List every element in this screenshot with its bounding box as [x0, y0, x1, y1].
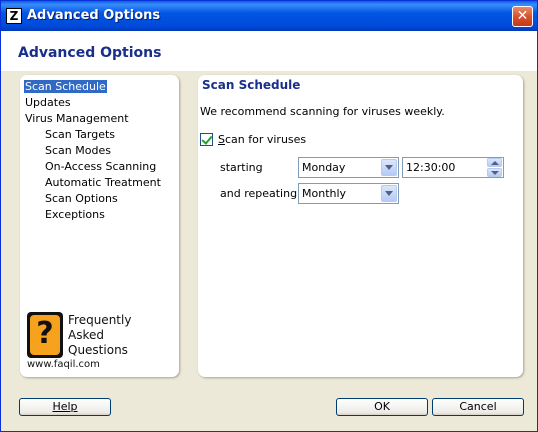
- help-button[interactable]: Help: [19, 398, 111, 416]
- tree-item-virus-management[interactable]: Virus Management: [24, 112, 162, 128]
- faq-text: Frequently Asked Questions: [68, 313, 132, 357]
- repeating-label: and repeating: [220, 187, 298, 200]
- tree-item-updates[interactable]: Updates: [24, 96, 162, 112]
- spin-down-icon[interactable]: [487, 168, 502, 177]
- cancel-button[interactable]: Cancel: [432, 398, 524, 416]
- scan-for-viruses-checkbox[interactable]: [200, 133, 213, 146]
- repeating-select[interactable]: Monthly: [298, 183, 399, 204]
- recommendation-text: We recommend scanning for viruses weekly…: [200, 105, 445, 118]
- ok-button[interactable]: OK: [336, 398, 428, 416]
- tree-item-exceptions[interactable]: Exceptions: [24, 208, 162, 224]
- window-title: Advanced Options: [27, 8, 161, 23]
- faq-url: www.faqil.com: [27, 359, 100, 370]
- app-logo-icon: Z: [6, 8, 22, 24]
- section-title: Scan Schedule: [202, 78, 301, 92]
- tree-item-on-access-scanning[interactable]: On-Access Scanning: [24, 160, 162, 176]
- title-bar[interactable]: Z Advanced Options ✕: [1, 1, 537, 31]
- spin-up-icon[interactable]: [487, 158, 502, 167]
- starting-time-stepper[interactable]: 12:30:00: [402, 157, 504, 178]
- tree-item-scan-options[interactable]: Scan Options: [24, 192, 162, 208]
- chevron-down-icon[interactable]: [381, 185, 397, 202]
- advanced-options-window: Z Advanced Options ✕ Advanced Options Sc…: [0, 0, 538, 432]
- navigation-panel: Scan Schedule Updates Virus Management S…: [20, 75, 179, 377]
- settings-panel: Scan Schedule We recommend scanning for …: [198, 75, 523, 377]
- tree-item-automatic-treatment[interactable]: Automatic Treatment: [24, 176, 162, 192]
- tree-item-scan-targets[interactable]: Scan Targets: [24, 128, 162, 144]
- chevron-down-icon[interactable]: [381, 159, 397, 176]
- tree-item-scan-schedule[interactable]: Scan Schedule: [23, 79, 162, 96]
- tree-item-scan-modes[interactable]: Scan Modes: [24, 144, 162, 160]
- page-title: Advanced Options: [18, 45, 162, 61]
- scan-for-viruses-label[interactable]: Scan for viruses: [218, 133, 306, 146]
- close-button[interactable]: ✕: [512, 6, 533, 27]
- starting-day-select[interactable]: Monday: [298, 157, 399, 178]
- starting-label: starting: [220, 161, 263, 174]
- question-mark-icon: ?: [27, 312, 63, 358]
- faq-banner: ? Frequently Asked Questions www.faqil.c…: [27, 312, 137, 372]
- header: Advanced Options: [1, 31, 537, 71]
- options-tree: Scan Schedule Updates Virus Management S…: [23, 79, 162, 224]
